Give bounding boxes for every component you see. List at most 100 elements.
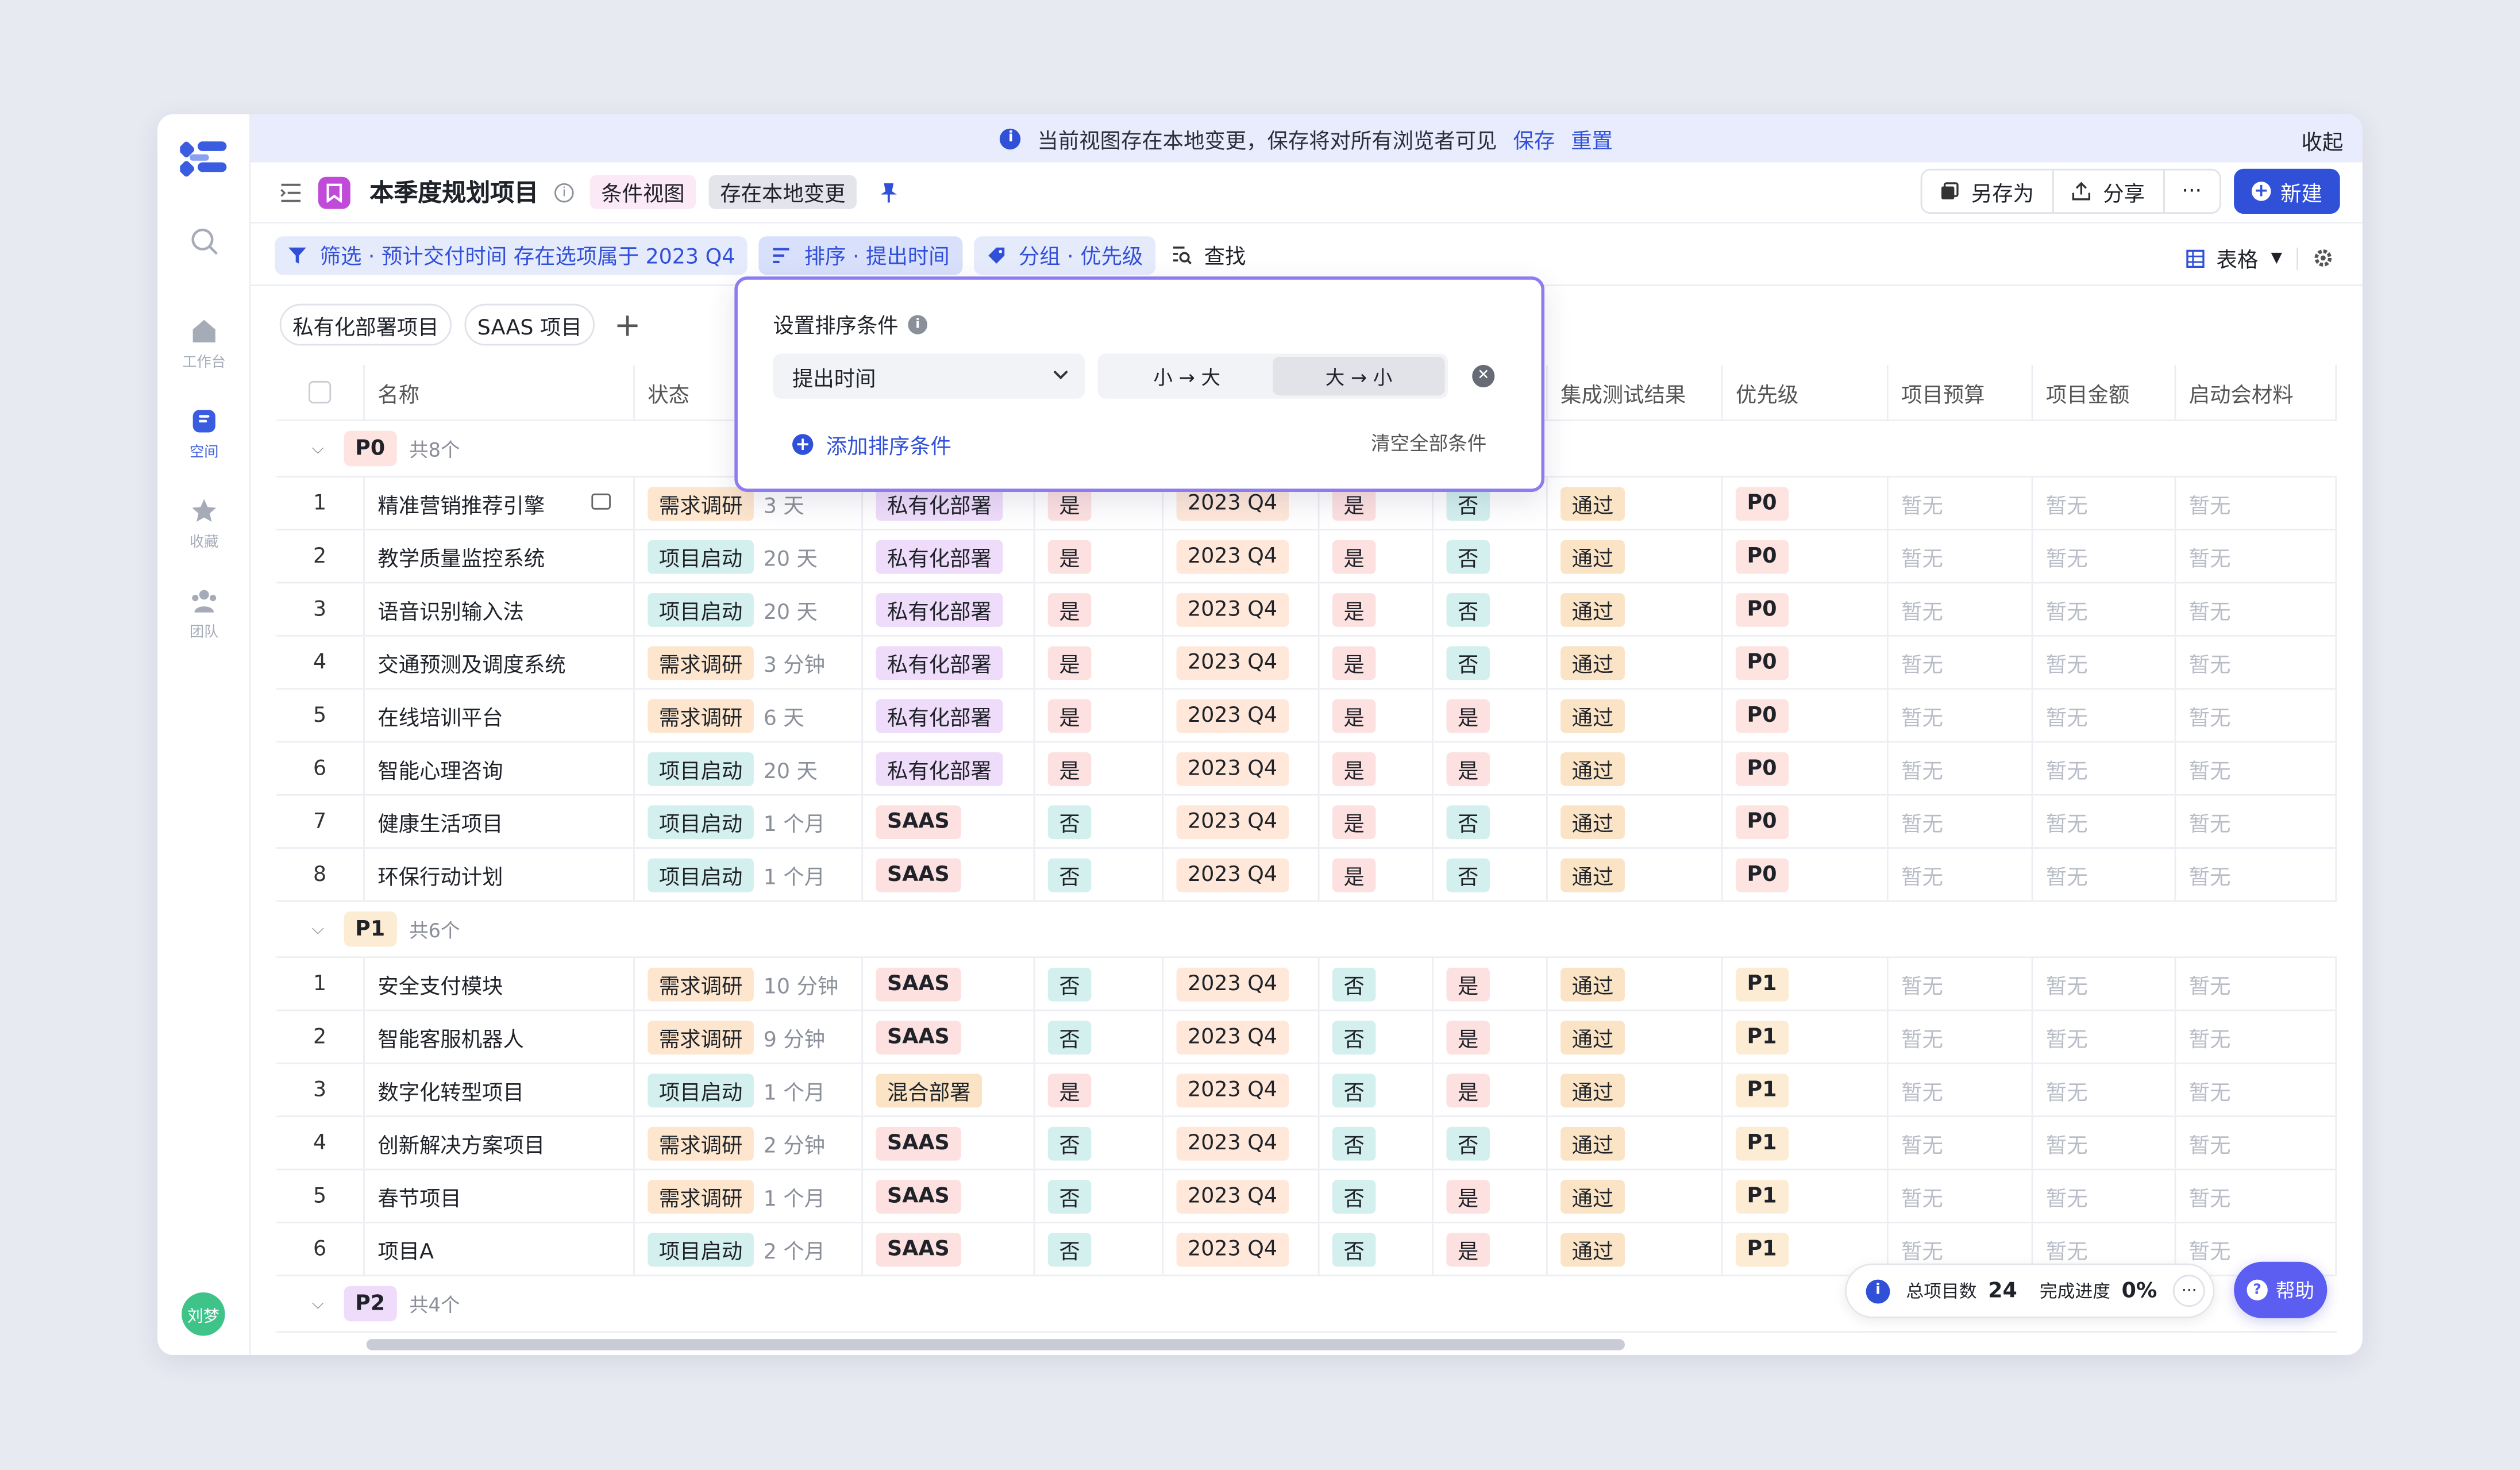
cell-result[interactable]: 通过: [1548, 1223, 1723, 1275]
add-sort-condition-button[interactable]: + 添加排序条件: [792, 429, 951, 460]
cell-pri[interactable]: P1: [1723, 1064, 1889, 1116]
reset-link[interactable]: 重置: [1571, 123, 1613, 153]
sidebar-item-space[interactable]: 空间: [157, 407, 251, 461]
cell-name[interactable]: 精准营销推荐引擎: [365, 477, 635, 529]
cell-c3[interactable]: 是: [1434, 958, 1548, 1010]
cell-amount[interactable]: 暂无: [2033, 636, 2176, 688]
find-button[interactable]: 查找: [1172, 240, 1246, 270]
cell-budget[interactable]: 暂无: [1889, 1117, 2033, 1169]
cell-pri[interactable]: P1: [1723, 958, 1889, 1010]
clear-all-conditions-button[interactable]: 清空全部条件: [1371, 429, 1486, 457]
chevron-down-icon[interactable]: ⌵: [312, 920, 328, 938]
cell-pri[interactable]: P0: [1723, 795, 1889, 848]
tab-saas[interactable]: SAAS 项目: [464, 303, 595, 346]
sidebar-item-team[interactable]: 团队: [157, 587, 251, 641]
select-all-checkbox[interactable]: [309, 380, 332, 404]
cell-amount[interactable]: 暂无: [2033, 1170, 2176, 1222]
table-row[interactable]: 3 数字化转型项目 项目启动 1 个月 混合部署 是 2023 Q4 否 是 通过 P1 暂无 暂无 暂无: [276, 1064, 2337, 1118]
cell-budget[interactable]: 暂无: [1889, 848, 2033, 901]
cell-pri[interactable]: P1: [1723, 1117, 1889, 1169]
cell-status[interactable]: 项目启动 1 个月: [635, 848, 864, 901]
cell-amount[interactable]: 暂无: [2033, 958, 2176, 1010]
sidebar-item-search[interactable]: [157, 226, 251, 260]
sort-button[interactable]: 排序 · 提出时间: [759, 235, 962, 274]
cell-amount[interactable]: 暂无: [2033, 1064, 2176, 1116]
cell-c2[interactable]: 是: [1320, 530, 1434, 582]
cell-result[interactable]: 通过: [1548, 848, 1723, 901]
cell-c2[interactable]: 否: [1320, 1117, 1434, 1169]
cell-deploy[interactable]: 私有化部署: [863, 530, 1035, 582]
cell-c3[interactable]: 否: [1434, 795, 1548, 848]
collapse-button[interactable]: 收起: [2302, 125, 2344, 156]
cell-status[interactable]: 项目启动 1 个月: [635, 795, 864, 848]
app-logo-icon[interactable]: [180, 140, 228, 178]
cell-kickoff[interactable]: 暂无: [2176, 1011, 2337, 1063]
save-as-button[interactable]: 另存为: [1921, 170, 2053, 213]
sort-field-select[interactable]: 提出时间: [773, 353, 1085, 399]
cell-c1[interactable]: 否: [1035, 848, 1164, 901]
sidebar-item-workbench[interactable]: 工作台: [157, 317, 251, 371]
cell-kickoff[interactable]: 暂无: [2176, 958, 2337, 1010]
cell-status[interactable]: 需求调研 3 分钟: [635, 636, 864, 688]
cell-c1[interactable]: 否: [1035, 1170, 1164, 1222]
cell-c2[interactable]: 否: [1320, 1223, 1434, 1275]
cell-kickoff[interactable]: 暂无: [2176, 848, 2337, 901]
cell-deploy[interactable]: SAAS: [863, 958, 1035, 1010]
cell-budget[interactable]: 暂无: [1889, 477, 2033, 529]
cell-quarter[interactable]: 2023 Q4: [1163, 636, 1320, 688]
cell-deploy[interactable]: SAAS: [863, 1223, 1035, 1275]
table-row[interactable]: 7 健康生活项目 项目启动 1 个月 SAAS 否 2023 Q4 是 否 通过 P0 暂无 暂无 暂无: [276, 795, 2337, 849]
settings-gear-icon[interactable]: [2313, 248, 2333, 268]
cell-amount[interactable]: 暂无: [2033, 1011, 2176, 1063]
cell-pri[interactable]: P1: [1723, 1011, 1889, 1063]
cell-quarter[interactable]: 2023 Q4: [1163, 1223, 1320, 1275]
cell-quarter[interactable]: 2023 Q4: [1163, 1117, 1320, 1169]
cell-deploy[interactable]: SAAS: [863, 1170, 1035, 1222]
cell-kickoff[interactable]: 暂无: [2176, 1170, 2337, 1222]
cell-result[interactable]: 通过: [1548, 1011, 1723, 1063]
cell-c3[interactable]: 否: [1434, 530, 1548, 582]
column-header-amount[interactable]: 项目金额: [2033, 364, 2176, 420]
cell-budget[interactable]: 暂无: [1889, 795, 2033, 848]
cell-amount[interactable]: 暂无: [2033, 530, 2176, 582]
sidebar-item-favorites[interactable]: 收藏: [157, 497, 251, 551]
add-tab-icon[interactable]: +: [614, 305, 641, 344]
cell-name[interactable]: 智能客服机器人: [365, 1011, 635, 1063]
table-row[interactable]: 2 教学质量监控系统 项目启动 20 天 私有化部署 是 2023 Q4 是 否 通过 P0 暂无 暂无…: [276, 530, 2337, 584]
cell-kickoff[interactable]: 暂无: [2176, 636, 2337, 688]
cell-name[interactable]: 健康生活项目: [365, 795, 635, 848]
tab-private-deploy[interactable]: 私有化部署项目: [279, 303, 452, 346]
cell-c3[interactable]: 否: [1434, 583, 1548, 635]
pin-icon[interactable]: [879, 181, 899, 203]
table-row[interactable]: 4 交通预测及调度系统 需求调研 3 分钟 私有化部署 是 2023 Q4 是 否 通过 P0 暂无 暂…: [276, 636, 2337, 690]
cell-result[interactable]: 通过: [1548, 1170, 1723, 1222]
cell-kickoff[interactable]: 暂无: [2176, 742, 2337, 794]
cell-quarter[interactable]: 2023 Q4: [1163, 742, 1320, 794]
cell-quarter[interactable]: 2023 Q4: [1163, 530, 1320, 582]
cell-budget[interactable]: 暂无: [1889, 1064, 2033, 1116]
cell-deploy[interactable]: 私有化部署: [863, 742, 1035, 794]
cell-quarter[interactable]: 2023 Q4: [1163, 848, 1320, 901]
column-header-test-result[interactable]: 集成测试结果: [1548, 364, 1723, 420]
table-row[interactable]: 1 安全支付模块 需求调研 10 分钟 SAAS 否 2023 Q4 否 是 通过 P1 暂无 暂无 暂无: [276, 958, 2337, 1011]
cell-c2[interactable]: 否: [1320, 1170, 1434, 1222]
cell-name[interactable]: 智能心理咨询: [365, 742, 635, 794]
cell-deploy[interactable]: SAAS: [863, 848, 1035, 901]
cell-kickoff[interactable]: 暂无: [2176, 1064, 2337, 1116]
cell-c2[interactable]: 是: [1320, 583, 1434, 635]
chevron-down-icon[interactable]: ⌵: [312, 440, 328, 457]
comment-icon[interactable]: [591, 493, 611, 510]
cell-c3[interactable]: 否: [1434, 636, 1548, 688]
table-row[interactable]: 2 智能客服机器人 需求调研 9 分钟 SAAS 否 2023 Q4 否 是 通过 P1 暂无 暂无 暂无: [276, 1011, 2337, 1064]
cell-deploy[interactable]: SAAS: [863, 795, 1035, 848]
cell-status[interactable]: 项目启动 20 天: [635, 583, 864, 635]
cell-c3[interactable]: 否: [1434, 1117, 1548, 1169]
table-row[interactable]: 6 智能心理咨询 项目启动 20 天 私有化部署 是 2023 Q4 是 是 通过 P0 暂无 暂无 暂无: [276, 742, 2337, 796]
view-type-select[interactable]: 表格 ▼: [2186, 243, 2282, 274]
cell-c1[interactable]: 是: [1035, 636, 1164, 688]
cell-c1[interactable]: 是: [1035, 742, 1164, 794]
cell-budget[interactable]: 暂无: [1889, 689, 2033, 741]
cell-c2[interactable]: 是: [1320, 636, 1434, 688]
avatar[interactable]: 刘梦: [182, 1292, 225, 1336]
cell-result[interactable]: 通过: [1548, 636, 1723, 688]
